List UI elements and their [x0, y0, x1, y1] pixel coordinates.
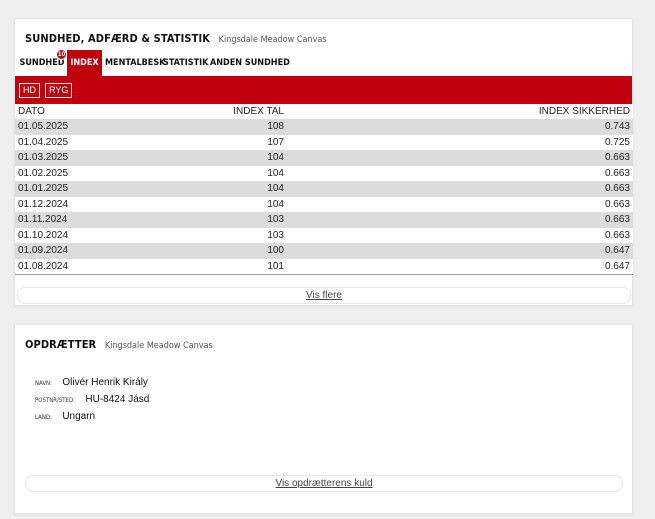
cell-accuracy: 0.663: [287, 227, 633, 243]
table-header-row: DATO INDEX TAL INDEX SIKKERHED: [15, 104, 633, 119]
health-card-title: Sundhed, Adfærd & Statistik: [25, 32, 211, 45]
hd-filter-button[interactable]: HD: [19, 83, 40, 98]
cell-index: 103: [141, 227, 287, 243]
table-row: 01.11.2024 103 0.663: [15, 212, 633, 228]
col-header-index-sikkerhed: INDEX SIKKERHED: [287, 104, 633, 119]
ryg-filter-button[interactable]: RYG: [45, 83, 73, 98]
cell-index: 103: [141, 212, 287, 228]
cell-accuracy: 0.743: [287, 119, 633, 135]
cell-date: 01.04.2025: [15, 134, 141, 150]
cell-index: 104: [141, 150, 287, 166]
cell-accuracy: 0.663: [287, 196, 633, 212]
tab-anden-sundhed[interactable]: Anden sundhed: [210, 50, 290, 76]
breeder-name-label: Navn:: [35, 380, 52, 387]
cell-accuracy: 0.647: [287, 258, 633, 275]
breeder-country-value: Ungarn: [62, 411, 96, 422]
table-row: 01.09.2024 100 0.647: [15, 243, 633, 259]
table-row: 01.05.2025 108 0.743: [15, 119, 633, 135]
breeder-name-value: Olivér Henrik Király: [62, 377, 148, 388]
show-breeder-litters-button[interactable]: Vis opdrætterens kuld: [25, 475, 623, 492]
cell-date: 01.03.2025: [15, 150, 141, 166]
col-header-dato: DATO: [15, 104, 141, 119]
table-row: 01.12.2024 104 0.663: [15, 196, 633, 212]
tab-mentalbesk[interactable]: Mentalbesk: [105, 50, 165, 76]
col-header-index-tal: INDEX TAL: [141, 104, 287, 119]
breeder-name-field: Navn: Olivér Henrik Király: [35, 372, 148, 390]
breeder-postal-value: HU-8424 Jásd: [85, 394, 150, 405]
cell-date: 01.09.2024: [15, 243, 141, 259]
health-card: Sundhed, Adfærd & Statistik Kingsdale Me…: [14, 18, 633, 306]
breeder-card: Opdrætter Kingsdale Meadow Canvas Navn: …: [14, 324, 633, 514]
tab-index[interactable]: Index: [67, 50, 102, 76]
cell-index: 107: [141, 134, 287, 150]
cell-date: 01.11.2024: [15, 212, 141, 228]
health-card-header: Sundhed, Adfærd & Statistik Kingsdale Me…: [25, 27, 327, 46]
table-row: 01.10.2024 103 0.663: [15, 227, 633, 243]
notification-badge: 10: [56, 49, 67, 60]
health-card-subtitle: Kingsdale Meadow Canvas: [218, 35, 327, 45]
cell-accuracy: 0.663: [287, 165, 633, 181]
tab-sundhed-label: Sundhed: [19, 58, 65, 68]
table-row: 01.02.2025 104 0.663: [15, 165, 633, 181]
breeder-postal-field: Postnr/Sted: HU-8424 Jásd: [35, 389, 149, 407]
breeder-postal-label: Postnr/Sted:: [35, 397, 75, 404]
table-row: 01.08.2024 101 0.647: [15, 258, 633, 275]
index-table: DATO INDEX TAL INDEX SIKKERHED 01.05.202…: [15, 104, 633, 275]
health-tabs: Sundhed 10 Index Mentalbesk Statistik An…: [15, 49, 632, 76]
table-row: 01.03.2025 104 0.663: [15, 150, 633, 166]
cell-accuracy: 0.725: [287, 134, 633, 150]
cell-index: 101: [141, 258, 287, 275]
cell-date: 01.02.2025: [15, 165, 141, 181]
cell-index: 104: [141, 181, 287, 197]
tab-sundhed[interactable]: Sundhed 10: [19, 49, 67, 76]
tab-statistik[interactable]: Statistik: [163, 50, 208, 76]
breeder-country-label: Land:: [35, 414, 52, 421]
cell-index: 104: [141, 196, 287, 212]
cell-date: 01.10.2024: [15, 227, 141, 243]
filter-bar: HD RYG: [15, 76, 632, 104]
tab-mentalbesk-label: Mentalbesk: [105, 58, 166, 68]
cell-index: 100: [141, 243, 287, 259]
breeder-card-subtitle: Kingsdale Meadow Canvas: [104, 341, 213, 351]
breeder-card-header: Opdrætter Kingsdale Meadow Canvas: [25, 333, 213, 352]
cell-date: 01.01.2025: [15, 181, 141, 197]
cell-accuracy: 0.663: [287, 150, 633, 166]
breeder-country-field: Land: Ungarn: [35, 406, 95, 424]
table-row: 01.01.2025 104 0.663: [15, 181, 633, 197]
tab-statistik-label: Statistik: [163, 58, 209, 68]
show-more-button[interactable]: Vis flere: [17, 287, 631, 304]
cell-accuracy: 0.663: [287, 181, 633, 197]
cell-accuracy: 0.663: [287, 212, 633, 228]
cell-index: 104: [141, 165, 287, 181]
cell-accuracy: 0.647: [287, 243, 633, 259]
breeder-card-title: Opdrætter: [25, 338, 97, 351]
cell-date: 01.12.2024: [15, 196, 141, 212]
cell-date: 01.05.2025: [15, 119, 141, 135]
tab-anden-sundhed-label: Anden sundhed: [210, 58, 290, 68]
tab-index-label: Index: [70, 58, 99, 68]
cell-index: 108: [141, 119, 287, 135]
table-row: 01.04.2025 107 0.725: [15, 134, 633, 150]
cell-date: 01.08.2024: [15, 258, 141, 275]
